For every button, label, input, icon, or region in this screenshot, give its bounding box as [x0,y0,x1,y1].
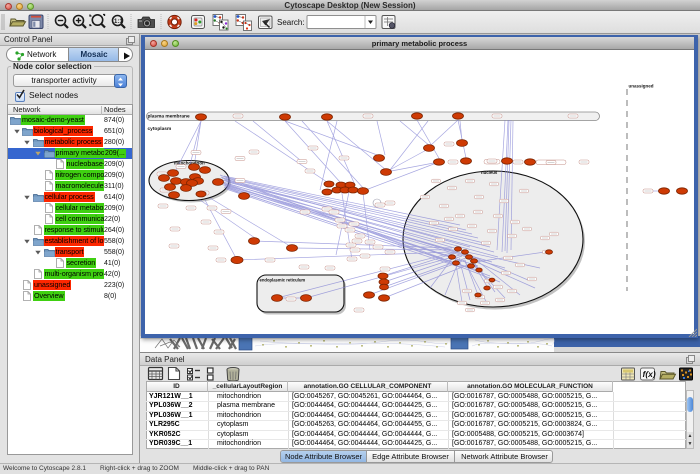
svg-text:f(x): f(x) [643,369,656,379]
svg-text:cytoplasm: cytoplasm [148,126,172,132]
svg-text:endoplasmic reticulum: endoplasmic reticulum [260,278,306,283]
svg-text:unassigned: unassigned [629,84,654,89]
svg-text:nucleus: nucleus [481,170,498,175]
svg-text:1:1: 1:1 [114,19,123,25]
svg-text:Search:: Search: [277,18,305,27]
svg-text:plasma membrane: plasma membrane [148,114,190,120]
